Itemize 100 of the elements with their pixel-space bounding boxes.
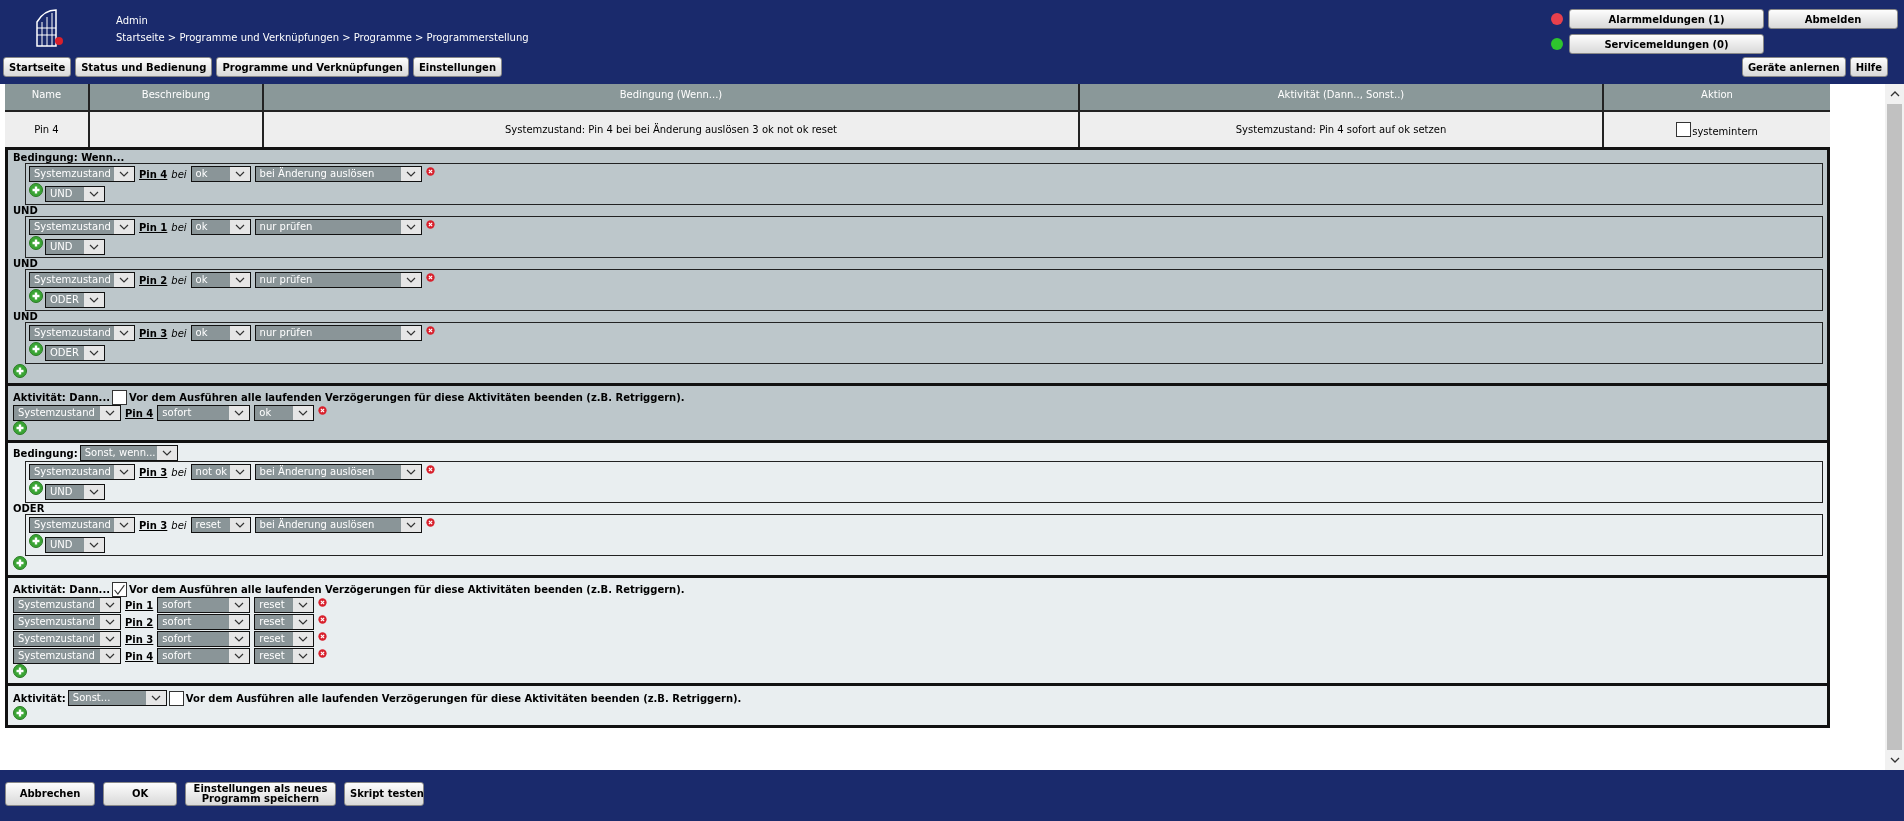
messages-button[interactable]: Alarmmeldungen (1) (1569, 9, 1764, 29)
nav-button[interactable]: Startseite (3, 57, 72, 77)
chevron-icon (105, 602, 115, 608)
pin-link[interactable]: Pin 2 (125, 616, 154, 628)
source-dropdown[interactable]: Systemzustand (29, 166, 135, 182)
operator-dropdown[interactable]: ODER (45, 345, 105, 361)
nav-button[interactable]: Einstellungen (412, 57, 502, 77)
footer-button[interactable]: Abbrechen (5, 782, 95, 806)
operator-dropdown[interactable]: UND (45, 239, 105, 255)
add-icon[interactable] (13, 556, 27, 570)
value-dropdown[interactable]: ok (190, 166, 251, 182)
delete-icon[interactable] (318, 614, 328, 624)
logout-button[interactable]: Abmelden (1768, 9, 1898, 29)
operator-dropdown[interactable]: UND (45, 484, 105, 500)
source-dropdown[interactable]: Systemzustand (29, 272, 135, 288)
footer-button[interactable]: Skript testen (344, 782, 424, 806)
value-dropdown[interactable]: reset (254, 614, 315, 630)
mode-dropdown[interactable]: Sonst... (67, 690, 167, 706)
value-dropdown[interactable]: reset (254, 597, 315, 613)
timing-dropdown[interactable]: sofort (157, 597, 251, 613)
add-icon[interactable] (29, 289, 43, 303)
pin-link[interactable]: Pin 3 (139, 327, 168, 339)
add-icon[interactable] (13, 421, 27, 435)
pin-link[interactable]: Pin 3 (139, 466, 168, 478)
footer-button[interactable]: Einstellungen als neues Programm speichern (185, 782, 336, 806)
pin-link[interactable]: Pin 2 (139, 274, 168, 286)
trigger-dropdown[interactable]: nur prüfen (254, 219, 422, 235)
delete-icon[interactable] (425, 464, 435, 474)
delete-icon[interactable] (318, 405, 328, 415)
value-dropdown[interactable]: ok (190, 272, 251, 288)
add-icon[interactable] (29, 183, 43, 197)
delete-icon[interactable] (425, 325, 435, 335)
timing-dropdown[interactable]: sofort (157, 631, 251, 647)
checkbox[interactable] (168, 690, 184, 706)
source-dropdown[interactable]: Systemzustand (29, 325, 135, 341)
pin-link[interactable]: Pin 4 (125, 407, 154, 419)
source-dropdown[interactable]: Systemzustand (13, 405, 121, 421)
source-dropdown[interactable]: Systemzustand (29, 517, 135, 533)
tool-button[interactable]: Hilfe (1849, 57, 1888, 77)
tool-button[interactable]: Geräte anlernen (1741, 57, 1846, 77)
nav-button[interactable]: Status und Bedienung (75, 57, 213, 77)
trigger-dropdown[interactable]: nur prüfen (254, 325, 422, 341)
delete-icon[interactable] (425, 272, 435, 282)
checkbox[interactable] (1676, 122, 1692, 137)
timing-dropdown[interactable]: sofort (157, 614, 251, 630)
source-dropdown[interactable]: Systemzustand (13, 597, 121, 613)
add-icon[interactable] (13, 706, 27, 720)
operator-dropdown[interactable]: ODER (45, 292, 105, 308)
scroll-down-icon[interactable] (1889, 756, 1900, 764)
trigger-dropdown[interactable]: bei Änderung auslösen (254, 166, 422, 182)
messages-button[interactable]: Servicemeldungen (0) (1569, 34, 1764, 54)
timing-dropdown[interactable]: sofort (157, 648, 251, 664)
add-icon[interactable] (29, 236, 43, 250)
operator-dropdown[interactable]: UND (45, 537, 105, 553)
scrollbar[interactable] (1885, 84, 1904, 770)
pin-link[interactable]: Pin 3 (125, 633, 154, 645)
checkbox[interactable] (112, 390, 128, 405)
trigger-dropdown[interactable]: bei Änderung auslösen (254, 464, 422, 480)
delete-icon[interactable] (318, 631, 328, 641)
mode-dropdown[interactable]: Sonst, wenn... (79, 445, 178, 461)
delete-icon[interactable] (425, 517, 435, 527)
chevron-icon (405, 277, 416, 283)
scroll-thumb[interactable] (1887, 104, 1902, 750)
column-header: Beschreibung (88, 84, 262, 110)
source-dropdown[interactable]: Systemzustand (29, 464, 135, 480)
add-icon[interactable] (13, 664, 27, 678)
add-icon[interactable] (29, 481, 43, 495)
chevron-icon (119, 522, 129, 528)
delete-icon[interactable] (425, 219, 435, 229)
source-dropdown[interactable]: Systemzustand (13, 614, 121, 630)
pin-link[interactable]: Pin 1 (139, 221, 168, 233)
chevron-icon (89, 350, 99, 356)
operator-dropdown[interactable]: UND (45, 186, 105, 202)
delete-icon[interactable] (425, 166, 435, 176)
value-dropdown[interactable]: ok (190, 219, 251, 235)
add-icon[interactable] (29, 342, 43, 356)
value-dropdown[interactable]: reset (190, 517, 251, 533)
value-dropdown[interactable]: ok (190, 325, 251, 341)
delete-icon[interactable] (318, 597, 328, 607)
value-dropdown[interactable]: ok (254, 405, 315, 421)
pin-link[interactable]: Pin 4 (125, 650, 154, 662)
pin-link[interactable]: Pin 3 (139, 519, 168, 531)
scroll-up-icon[interactable] (1889, 90, 1900, 98)
nav-button[interactable]: Programme und Verknüpfungen (216, 57, 409, 77)
add-icon[interactable] (29, 534, 43, 548)
trigger-dropdown[interactable]: bei Änderung auslösen (254, 517, 422, 533)
timing-dropdown[interactable]: sofort (157, 405, 251, 421)
footer-button[interactable]: OK (103, 782, 177, 806)
value-dropdown[interactable]: reset (254, 648, 315, 664)
delete-icon[interactable] (318, 648, 328, 658)
trigger-dropdown[interactable]: nur prüfen (254, 272, 422, 288)
value-dropdown[interactable]: reset (254, 631, 315, 647)
source-dropdown[interactable]: Systemzustand (29, 219, 135, 235)
pin-link[interactable]: Pin 1 (125, 599, 154, 611)
source-dropdown[interactable]: Systemzustand (13, 631, 121, 647)
add-icon[interactable] (13, 364, 27, 378)
pin-link[interactable]: Pin 4 (139, 168, 168, 180)
source-dropdown[interactable]: Systemzustand (13, 648, 121, 664)
value-dropdown[interactable]: not ok (190, 464, 251, 480)
checkbox[interactable] (112, 582, 128, 597)
